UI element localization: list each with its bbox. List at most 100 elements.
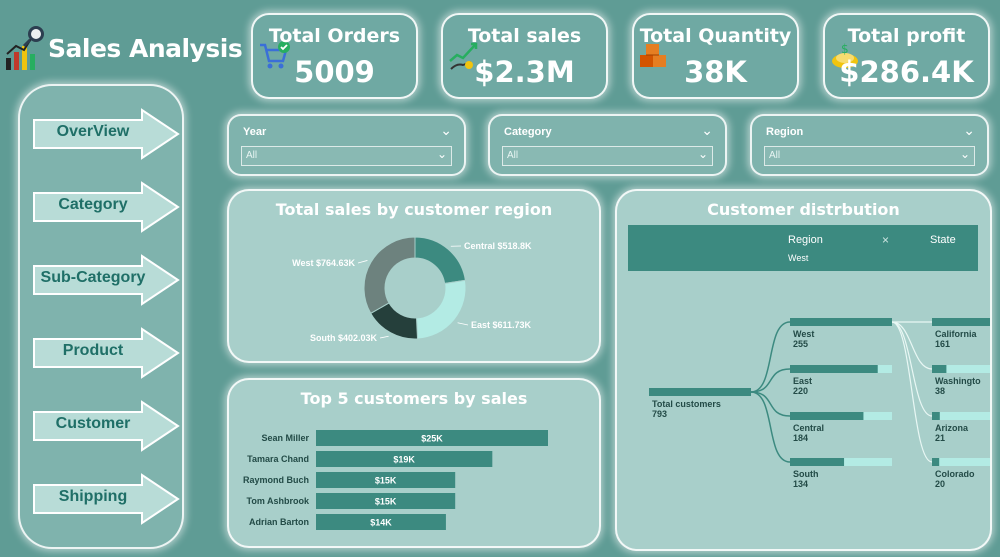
bar-chart: Sean Miller $25K Tamara Chand $19K Raymond B… xyxy=(243,430,548,530)
nav-category-button[interactable]: Category xyxy=(32,181,180,233)
nav-label: Product xyxy=(62,342,124,359)
kpi-label: Total Quantity xyxy=(639,25,792,47)
tree-root-bar xyxy=(649,388,751,396)
tree-node-value: 38 xyxy=(935,386,945,396)
donut-slice xyxy=(414,236,466,285)
tree-bar-track xyxy=(932,412,990,420)
tree-bar xyxy=(790,412,864,420)
bar-category-label: Sean Miller xyxy=(261,433,309,443)
nav-label: Shipping xyxy=(58,488,128,505)
donut-chart: Central $518.8K East $611.73K South $402.0… xyxy=(292,236,532,343)
nav-label: Sub-Category xyxy=(40,269,146,286)
slicer-value: All xyxy=(769,150,781,161)
bar-category-label: Raymond Buch xyxy=(243,475,309,485)
leader-line xyxy=(357,260,368,264)
region-slicer: Region ⌄ All ⌄ xyxy=(750,114,989,176)
tree-node-value: 134 xyxy=(793,479,808,489)
slice-label: West $764.63K xyxy=(292,258,355,268)
tree-node-label: Central xyxy=(793,423,824,433)
kpi-value: 5009 xyxy=(294,55,375,89)
bar-category-label: Tom Ashbrook xyxy=(247,496,310,506)
tree-bar xyxy=(790,458,845,466)
customer-distribution-panel: Customer distrbution Region West × State… xyxy=(615,189,992,551)
tree-root-value: 793 xyxy=(652,409,667,419)
kpi-label: Total profit xyxy=(847,25,966,47)
kpi-value: $2.3M xyxy=(474,55,575,89)
top-customers-panel: Top 5 customers by sales Sean Miller $25K… xyxy=(227,378,601,548)
bar-value-label: $19K xyxy=(393,455,415,465)
tree-node-label: California xyxy=(935,329,978,339)
kpi-total-orders: Total Orders 5009 xyxy=(251,13,418,99)
tree-node-label: East xyxy=(793,376,812,386)
slicer-label: Region xyxy=(766,126,804,138)
tree-bar xyxy=(790,365,878,373)
nav-shipping-button[interactable]: Shipping xyxy=(32,473,180,525)
slicer-value: All xyxy=(246,150,258,161)
tree-node-value: 20 xyxy=(935,479,945,489)
kpi-label: Total Orders xyxy=(268,25,401,47)
leader-line xyxy=(379,335,389,339)
chevron-down-icon[interactable]: ⌄ xyxy=(963,122,975,139)
tree-node-label: South xyxy=(793,469,819,479)
year-slicer: Year ⌄ All ⌄ xyxy=(227,114,466,176)
kpi-total-quantity: Total Quantity 38K xyxy=(632,13,799,99)
tree-connector xyxy=(750,368,791,393)
tree-bar xyxy=(932,412,940,420)
chevron-down-icon: ⌄ xyxy=(436,147,447,161)
slice-label: East $611.73K xyxy=(471,320,532,330)
tree-node-value: 220 xyxy=(793,386,808,396)
tree-bar xyxy=(932,365,947,373)
bar-value-label: $15K xyxy=(375,497,397,507)
bar-category-label: Adrian Barton xyxy=(249,517,309,527)
nav-label: Customer xyxy=(55,415,131,432)
tree-node-value: 184 xyxy=(793,433,808,443)
kpi-total-sales: Total sales $2.3M xyxy=(441,13,608,99)
tree-connector xyxy=(891,321,933,417)
tree-connector xyxy=(750,391,791,463)
leader-line xyxy=(457,322,469,326)
tree-connector xyxy=(891,321,933,370)
category-slicer: Category ⌄ All ⌄ xyxy=(488,114,727,176)
kpi-total-profit: $ Total profit $286.4K xyxy=(823,13,990,99)
dashboard-header: Sales Analysis xyxy=(0,22,245,78)
nav-label: Category xyxy=(58,196,128,213)
nav-overview-button[interactable]: OverView xyxy=(32,108,180,160)
slicer-value: All xyxy=(507,150,519,161)
tree-bar xyxy=(790,318,892,326)
sales-by-region-panel: Total sales by customer region Central $… xyxy=(227,189,601,363)
navigation-panel: OverView Category Sub-Category Product C… xyxy=(18,84,184,549)
tree-bar xyxy=(932,458,940,466)
tree-connector xyxy=(891,321,933,463)
tree-bar-track xyxy=(932,458,990,466)
nav-label: OverView xyxy=(56,123,130,140)
nav-customer-button[interactable]: Customer xyxy=(32,400,180,452)
bar-value-label: $25K xyxy=(421,434,443,444)
chevron-down-icon: ⌄ xyxy=(959,147,970,161)
nav-sub-category-button[interactable]: Sub-Category xyxy=(32,254,180,306)
tree-connector xyxy=(750,391,791,417)
year-dropdown[interactable]: All ⌄ xyxy=(241,146,452,166)
decomposition-tree: Total customers793West255East220Central1… xyxy=(649,318,990,489)
kpi-value: 38K xyxy=(684,55,747,89)
slicer-label: Year xyxy=(243,126,267,138)
tree-node-label: Colorado xyxy=(935,469,975,479)
chevron-down-icon[interactable]: ⌄ xyxy=(440,122,452,139)
tree-node-label: West xyxy=(793,329,814,339)
category-dropdown[interactable]: All ⌄ xyxy=(502,146,713,166)
slicer-label: Category xyxy=(504,126,552,138)
chevron-down-icon[interactable]: ⌄ xyxy=(701,122,713,139)
tree-node-value: 21 xyxy=(935,433,945,443)
chevron-down-icon: ⌄ xyxy=(697,147,708,161)
kpi-value: $286.4K xyxy=(839,55,974,89)
tree-bar xyxy=(932,318,990,326)
donut-slice xyxy=(363,236,416,315)
bar-value-label: $14K xyxy=(370,518,392,528)
slice-label: Central $518.8K xyxy=(464,241,532,251)
chart-magnifier-icon xyxy=(6,26,44,70)
region-dropdown[interactable]: All ⌄ xyxy=(764,146,975,166)
slice-label: South $402.03K xyxy=(310,333,378,343)
tree-node-label: Washingto xyxy=(935,376,981,386)
bar-category-label: Tamara Chand xyxy=(247,454,309,464)
nav-product-button[interactable]: Product xyxy=(32,327,180,379)
bar-value-label: $15K xyxy=(375,476,397,486)
